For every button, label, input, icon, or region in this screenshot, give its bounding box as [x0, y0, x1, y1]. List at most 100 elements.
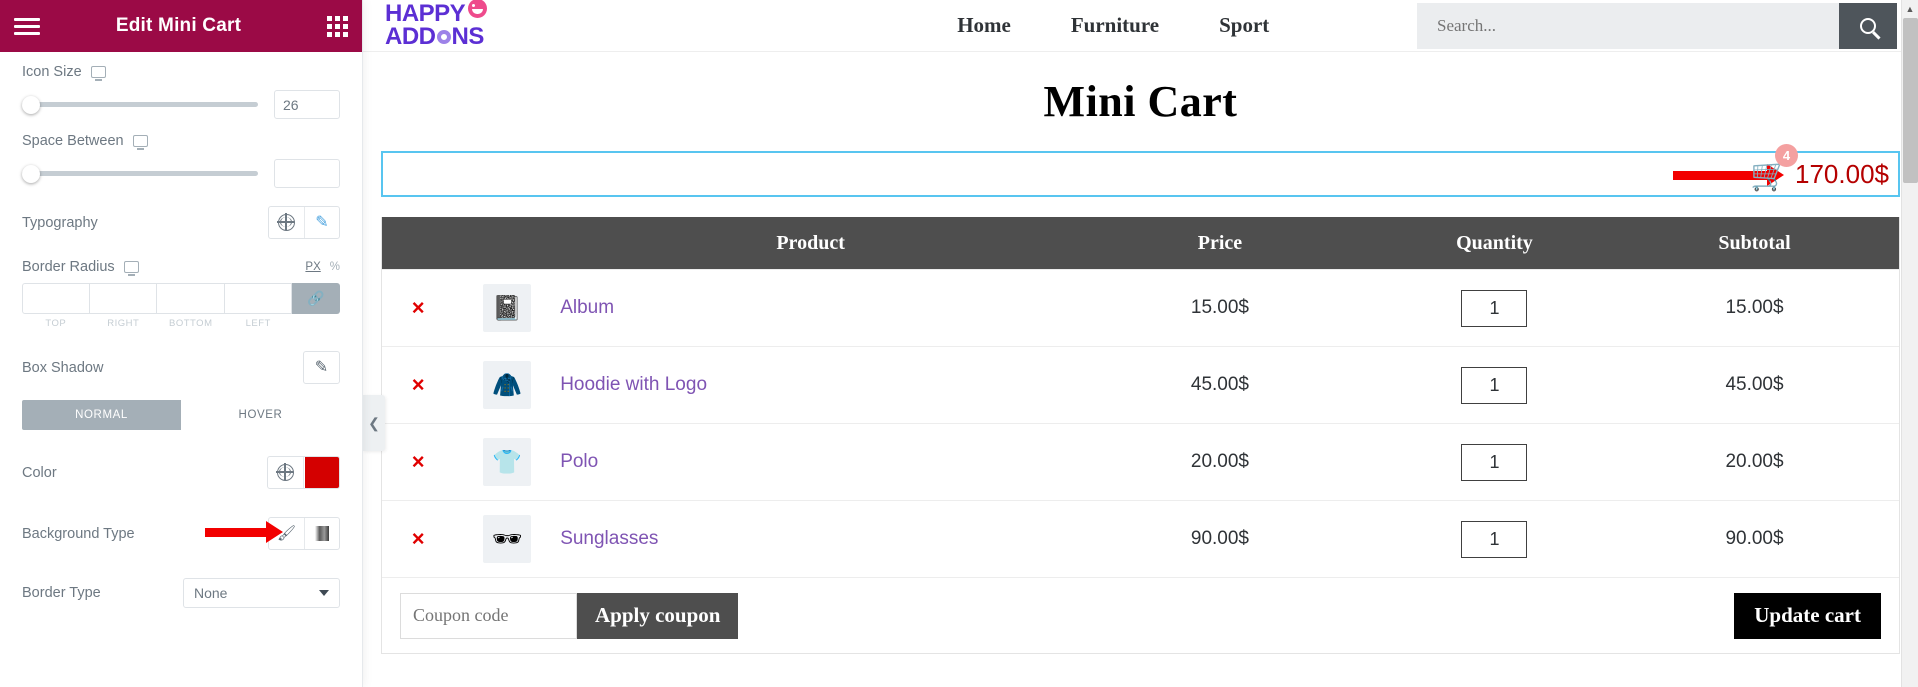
- panel-collapse-handle[interactable]: ❮: [363, 395, 385, 451]
- search-input[interactable]: [1417, 2, 1839, 49]
- remove-item-button[interactable]: ×: [382, 449, 454, 475]
- close-icon: ×: [411, 295, 425, 320]
- globe-icon[interactable]: [269, 207, 304, 238]
- product-name-cell: Sunglasses: [560, 528, 1061, 550]
- quantity-input[interactable]: 1: [1461, 520, 1528, 558]
- space-between-label: Space Between: [22, 133, 148, 150]
- border-radius-left-input[interactable]: [224, 283, 292, 314]
- close-icon: ×: [411, 449, 425, 474]
- scroll-up-arrow[interactable]: ▲: [1902, 0, 1918, 17]
- nav-item-sport[interactable]: Sport: [1219, 13, 1269, 38]
- scrollbar-thumb[interactable]: [1903, 18, 1918, 183]
- product-link[interactable]: Sunglasses: [560, 528, 658, 549]
- panel-title: Edit Mini Cart: [115, 15, 242, 36]
- product-link[interactable]: Album: [560, 297, 614, 318]
- border-radius-top: TOP: [22, 283, 90, 329]
- border-radius-bottom: BOTTOM: [157, 283, 225, 329]
- slider-track: [22, 102, 258, 107]
- link-chain-icon[interactable]: 🔗: [292, 283, 340, 314]
- control-box-shadow: Box Shadow ✎: [22, 331, 340, 386]
- apply-coupon-button[interactable]: Apply coupon: [577, 592, 739, 639]
- site-logo[interactable]: HAPPY ADD NS: [385, 0, 488, 50]
- quantity-input[interactable]: 1: [1461, 443, 1528, 481]
- box-shadow-label: Box Shadow: [22, 359, 104, 376]
- search-icon: [1860, 17, 1876, 34]
- quantity-input[interactable]: 1: [1461, 289, 1528, 327]
- color-swatch[interactable]: [303, 457, 339, 488]
- quantity-cell: 1: [1379, 520, 1610, 558]
- space-between-slider[interactable]: [22, 164, 258, 183]
- quantity-cell: 1: [1379, 366, 1610, 404]
- remove-item-button[interactable]: ×: [382, 526, 454, 552]
- slider-thumb[interactable]: [22, 164, 40, 183]
- icon-size-label: Icon Size: [22, 64, 106, 81]
- smiley-face-icon: [468, 0, 488, 19]
- product-thumbnail[interactable]: 👕: [454, 438, 560, 486]
- coupon-code-input[interactable]: [400, 592, 577, 639]
- panel-controls: Icon Size 26 Space Between Typography ✎ …: [0, 52, 362, 687]
- desktop-icon[interactable]: [123, 261, 139, 276]
- pencil-icon[interactable]: ✎: [304, 352, 339, 383]
- panel-header: Edit Mini Cart: [0, 0, 362, 52]
- update-cart-button[interactable]: Update cart: [1734, 592, 1881, 639]
- space-between-input[interactable]: [274, 159, 340, 188]
- product-name-cell: Hoodie with Logo: [560, 374, 1061, 396]
- table-row: × 📓 Album 15.00$ 1 15.00$: [382, 269, 1899, 346]
- quantity-input[interactable]: 1: [1461, 366, 1528, 404]
- product-thumbnail[interactable]: 🧥: [454, 361, 560, 409]
- state-tabs: NORMAL HOVER: [22, 400, 340, 430]
- remove-item-button[interactable]: ×: [382, 295, 454, 321]
- border-type-label: Border Type: [22, 585, 101, 601]
- logo-line-2b: NS: [451, 22, 485, 50]
- quantity-cell: 1: [1379, 289, 1610, 327]
- product-price: 90.00$: [1190, 528, 1250, 549]
- color-label: Color: [22, 464, 57, 481]
- search-button[interactable]: [1839, 2, 1897, 49]
- border-radius-label: Border Radius: [22, 259, 139, 276]
- slider-thumb[interactable]: [22, 95, 40, 114]
- grid-apps-icon[interactable]: [327, 15, 348, 37]
- icon-size-slider[interactable]: [22, 95, 258, 114]
- nav-item-home[interactable]: Home: [957, 13, 1011, 38]
- slider-track: [22, 171, 258, 176]
- table-row: × 👕 Polo 20.00$ 1 20.00$: [382, 423, 1899, 500]
- vertical-scrollbar[interactable]: ▲: [1901, 0, 1918, 687]
- close-icon: ×: [411, 526, 425, 551]
- product-name-cell: Polo: [560, 451, 1061, 473]
- logo-o-dot: [436, 29, 451, 44]
- desktop-icon[interactable]: [132, 135, 148, 150]
- th-price: Price: [1197, 231, 1243, 254]
- globe-icon[interactable]: [268, 457, 303, 488]
- border-type-select[interactable]: None: [183, 578, 340, 608]
- chevron-down-icon: [319, 590, 329, 596]
- th-quantity: Quantity: [1379, 232, 1610, 255]
- border-radius-bottom-label: BOTTOM: [169, 318, 213, 329]
- icon-size-input[interactable]: 26: [274, 90, 340, 119]
- elementor-editor-window: Edit Mini Cart Icon Size 26 Space Betwee…: [0, 0, 1918, 687]
- product-link[interactable]: Polo: [560, 451, 598, 472]
- product-thumbnail[interactable]: 🕶: [454, 515, 560, 563]
- desktop-icon[interactable]: [90, 66, 106, 81]
- mini-cart-widget[interactable]: 🛒 4 170.00$: [381, 143, 1900, 197]
- site-preview: ❮ HAPPY ADD NS Home Furniture Sport Sear…: [363, 0, 1918, 687]
- product-subtotal: 20.00$: [1725, 451, 1784, 472]
- cart-icon-wrapper[interactable]: 🛒 4: [1750, 143, 1799, 190]
- annotation-arrow-color: [205, 521, 283, 543]
- nav-item-furniture[interactable]: Furniture: [1071, 13, 1159, 38]
- product-link[interactable]: Hoodie with Logo: [560, 374, 707, 395]
- remove-item-button[interactable]: ×: [382, 372, 454, 398]
- border-radius-fields: TOP RIGHT BOTTOM LEFT 🔗: [22, 283, 340, 329]
- border-radius-bottom-input[interactable]: [157, 283, 225, 314]
- border-radius-top-input[interactable]: [22, 283, 90, 314]
- tab-normal[interactable]: NORMAL: [22, 400, 181, 430]
- border-radius-right-input[interactable]: [89, 283, 157, 314]
- unit-px[interactable]: PX: [305, 261, 320, 273]
- cart-total-amount: 170.00$: [1795, 158, 1889, 189]
- pencil-icon[interactable]: ✎: [304, 207, 339, 238]
- unit-percent[interactable]: %: [330, 261, 340, 273]
- tab-hover[interactable]: HOVER: [181, 400, 340, 430]
- site-nav: Home Furniture Sport: [957, 13, 1269, 38]
- product-thumbnail[interactable]: 📓: [454, 284, 560, 332]
- gradient-icon[interactable]: [304, 518, 339, 549]
- table-row: × 🧥 Hoodie with Logo 45.00$ 1 45.00$: [382, 346, 1899, 423]
